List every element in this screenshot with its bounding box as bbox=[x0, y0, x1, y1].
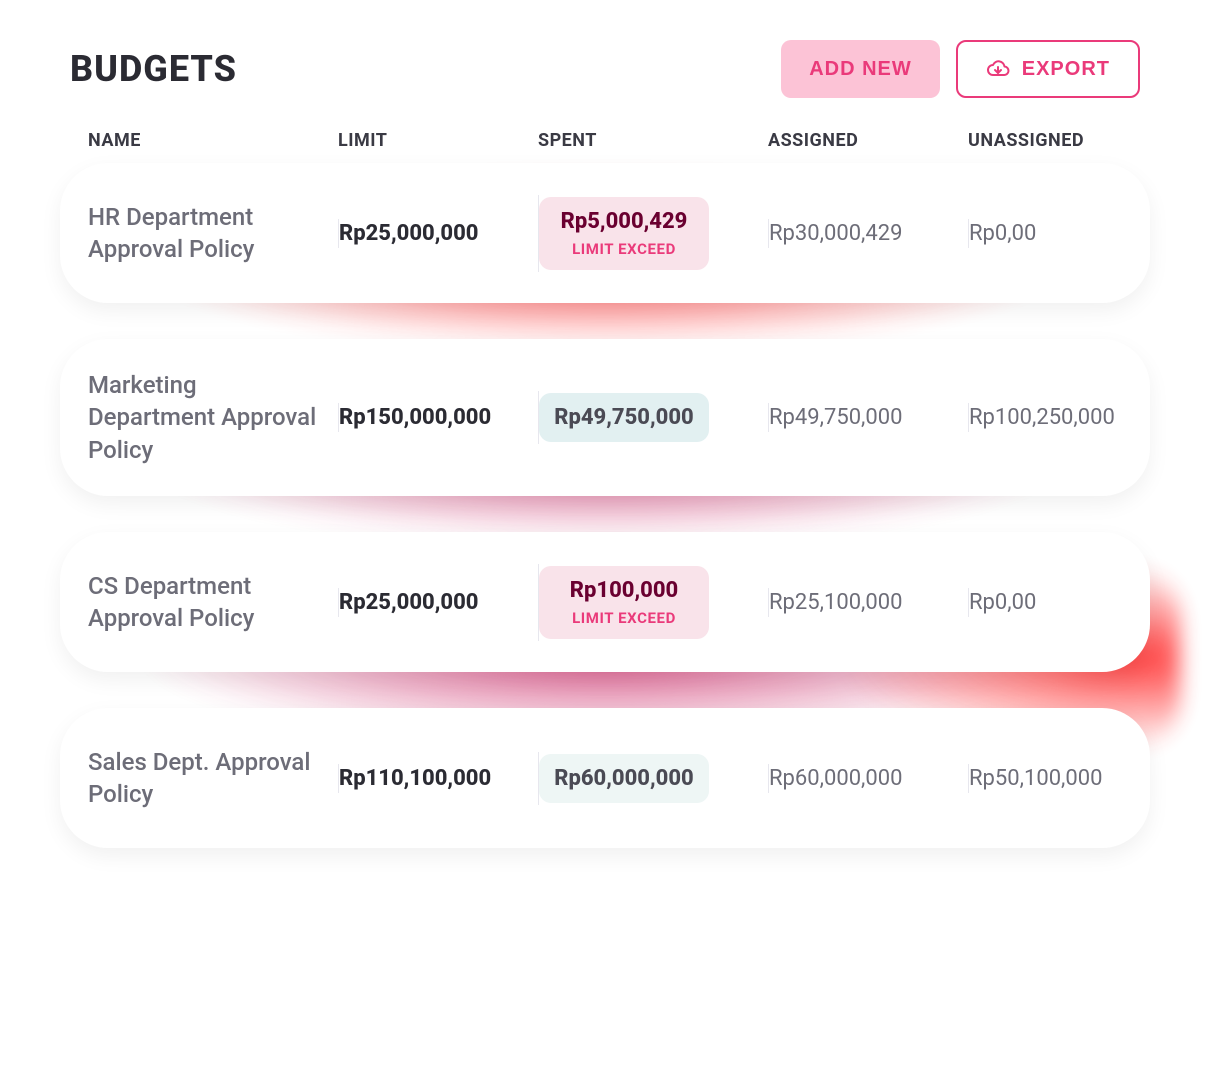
spent-value: Rp100,000 bbox=[570, 578, 678, 603]
row-spent: Rp100,000 LIMIT EXCEED bbox=[538, 564, 768, 641]
table-row[interactable]: HR Department Approval Policy Rp25,000,0… bbox=[60, 163, 1150, 303]
row-spent: Rp49,750,000 bbox=[538, 391, 768, 444]
col-unassigned: UNASSIGNED bbox=[968, 130, 1158, 151]
add-new-button[interactable]: ADD NEW bbox=[781, 40, 940, 98]
spent-value: Rp49,750,000 bbox=[554, 405, 693, 430]
row-unassigned: Rp50,100,000 bbox=[968, 764, 1158, 793]
cloud-download-icon bbox=[986, 57, 1010, 81]
row-spent: Rp60,000,000 bbox=[538, 752, 768, 805]
limit-exceed-label: LIMIT EXCEED bbox=[572, 240, 676, 258]
rows-wrap: HR Department Approval Policy Rp25,000,0… bbox=[60, 163, 1150, 848]
row-name: CS Department Approval Policy bbox=[88, 568, 338, 637]
budgets-panel: BUDGETS ADD NEW EXPORT bbox=[60, 40, 1150, 884]
row-name: HR Department Approval Policy bbox=[88, 199, 338, 268]
table-row[interactable]: Sales Dept. Approval Policy Rp110,100,00… bbox=[60, 708, 1150, 848]
table-row[interactable]: Marketing Department Approval Policy Rp1… bbox=[60, 339, 1150, 496]
row-unassigned: Rp100,250,000 bbox=[968, 403, 1158, 432]
row-name: Marketing Department Approval Policy bbox=[88, 367, 338, 468]
col-limit: LIMIT bbox=[338, 130, 538, 151]
row-assigned: Rp49,750,000 bbox=[768, 403, 968, 432]
export-label: EXPORT bbox=[1022, 58, 1110, 81]
limit-exceed-label: LIMIT EXCEED bbox=[572, 609, 676, 627]
col-name: NAME bbox=[88, 130, 338, 151]
row-unassigned: Rp0,00 bbox=[968, 588, 1158, 617]
spent-badge: Rp5,000,429 LIMIT EXCEED bbox=[539, 197, 709, 270]
spent-value: Rp5,000,429 bbox=[561, 209, 688, 234]
row-assigned: Rp60,000,000 bbox=[768, 764, 968, 793]
header: BUDGETS ADD NEW EXPORT bbox=[60, 40, 1150, 98]
row-assigned: Rp30,000,429 bbox=[768, 219, 968, 248]
spent-badge: Rp100,000 LIMIT EXCEED bbox=[539, 566, 709, 639]
row-assigned: Rp25,100,000 bbox=[768, 588, 968, 617]
col-spent: SPENT bbox=[538, 130, 768, 151]
row-limit: Rp150,000,000 bbox=[338, 403, 538, 432]
row-spent: Rp5,000,429 LIMIT EXCEED bbox=[538, 195, 768, 272]
row-name: Sales Dept. Approval Policy bbox=[88, 744, 338, 813]
row-limit: Rp110,100,000 bbox=[338, 764, 538, 793]
spent-badge: Rp49,750,000 bbox=[539, 393, 709, 442]
columns-header: NAME LIMIT SPENT ASSIGNED UNASSIGNED bbox=[60, 130, 1150, 151]
page-title: BUDGETS bbox=[70, 48, 237, 90]
spent-value: Rp60,000,000 bbox=[554, 766, 693, 791]
row-unassigned: Rp0,00 bbox=[968, 219, 1158, 248]
col-assigned: ASSIGNED bbox=[768, 130, 968, 151]
header-actions: ADD NEW EXPORT bbox=[781, 40, 1140, 98]
export-button[interactable]: EXPORT bbox=[956, 40, 1140, 98]
row-limit: Rp25,000,000 bbox=[338, 219, 538, 248]
add-new-label: ADD NEW bbox=[809, 58, 912, 81]
row-limit: Rp25,000,000 bbox=[338, 588, 538, 617]
spent-badge: Rp60,000,000 bbox=[539, 754, 709, 803]
table-row[interactable]: CS Department Approval Policy Rp25,000,0… bbox=[60, 532, 1150, 672]
